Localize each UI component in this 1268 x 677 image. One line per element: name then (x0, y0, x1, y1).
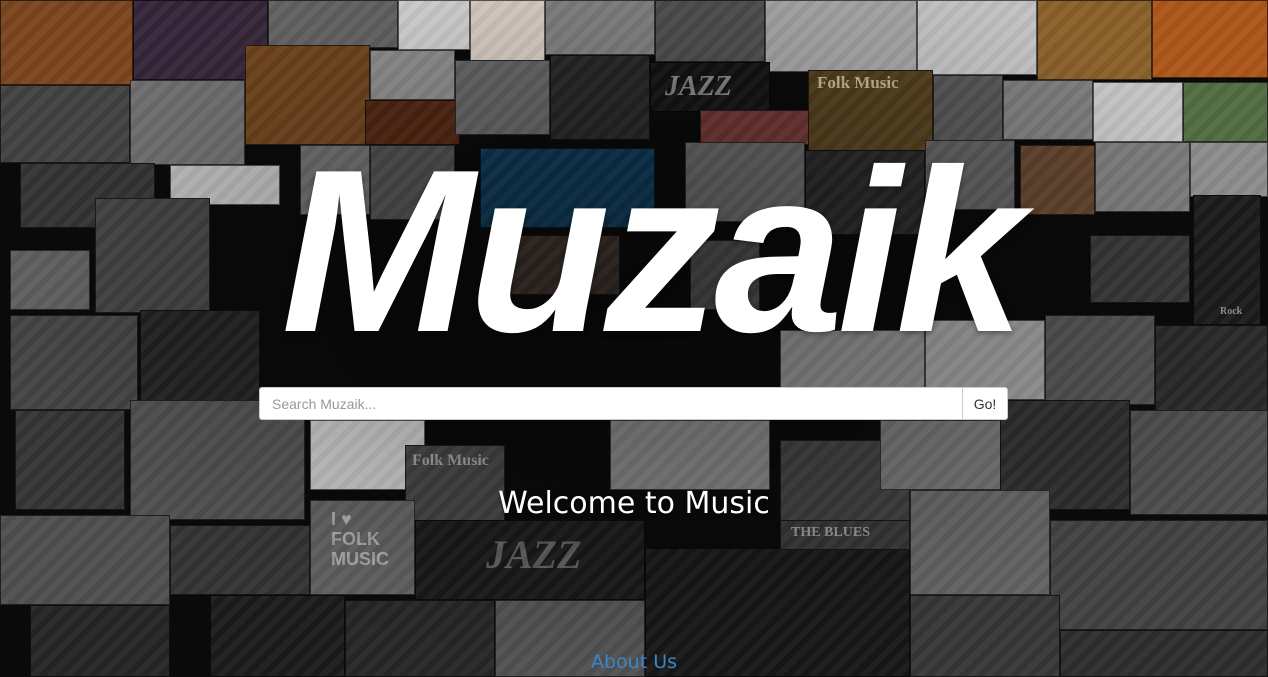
collage-image-guitar-art (398, 0, 470, 50)
collage-image-turntable (1050, 520, 1268, 630)
search-input[interactable] (259, 387, 962, 420)
collage-image-guitar-art-2 (1093, 82, 1183, 142)
collage-image-sheet-music (268, 0, 398, 48)
search-go-button[interactable]: Go! (962, 387, 1008, 420)
collage-image-microphone (0, 0, 133, 85)
folk-music-label-2: Folk Music (412, 452, 489, 469)
about-us-link[interactable]: About Us (591, 651, 677, 673)
rock-label: Rock (1220, 306, 1243, 317)
collage-image-sheet-5 (880, 420, 1005, 490)
jazz-label-2: JAZZ (486, 532, 582, 577)
collage-image-sheet-3 (1190, 142, 1268, 197)
collage-image-crowd (1152, 0, 1268, 78)
welcome-heading: Welcome to Music (498, 486, 770, 521)
collage-image-jazz: JAZZ (650, 62, 770, 112)
collage-image-piano (917, 0, 1037, 75)
collage-image-lights (170, 525, 310, 595)
collage-image-guitar (765, 0, 917, 72)
collage-image-mic-bw (370, 50, 455, 100)
site-logo: Muzaik (281, 122, 1024, 381)
collage-image-dj-deck (655, 0, 765, 62)
collage-image-jazz-2: JAZZ (415, 520, 645, 600)
collage-image-sheet-4 (610, 420, 770, 490)
collage-image-rock-hand: Rock (1193, 195, 1261, 325)
collage-image-guitar-bw (10, 250, 90, 310)
footer-links: About Us (0, 651, 1268, 673)
collage-image-old-woman-2 (0, 515, 170, 605)
collage-image-mic-2 (10, 315, 138, 410)
collage-image-banjo (1037, 0, 1152, 80)
collage-image-headphones (0, 85, 130, 163)
blues-label: THE BLUES (791, 525, 870, 540)
collage-image-crowd-4 (1155, 325, 1268, 415)
collage-image-blues: THE BLUES (780, 520, 910, 550)
folk-music-label: Folk Music (817, 73, 899, 92)
search-form: Go! (259, 387, 1008, 420)
collage-image-notes (545, 0, 655, 55)
jazz-label: JAZZ (665, 71, 732, 102)
collage-image-music-doodle (470, 0, 545, 62)
collage-image-girl-headphones (1183, 82, 1268, 142)
